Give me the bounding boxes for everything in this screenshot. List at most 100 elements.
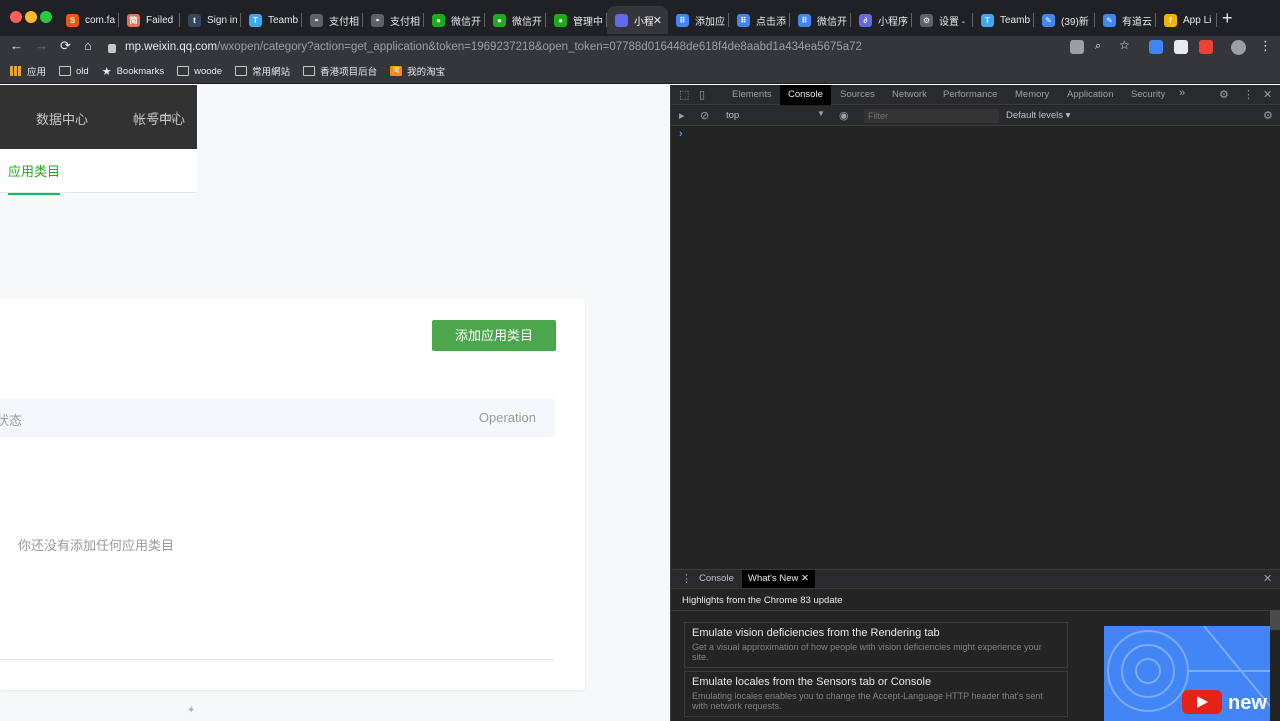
browser-tab[interactable]: Scom.fa [58, 6, 119, 34]
live-expression-eye-icon[interactable]: ◉ [839, 109, 849, 122]
reload-icon[interactable]: ⟳ [60, 38, 71, 54]
url-path: /wxopen/category?action=get_application&… [217, 41, 862, 53]
bookmark-label: 香港项目后台 [320, 67, 378, 78]
devtools-tab-performance[interactable]: Performance [935, 85, 1005, 105]
bookmark-item[interactable]: 淘我的淘宝 [390, 64, 445, 78]
devtools-tab-sources[interactable]: Sources [832, 85, 883, 105]
drawer-menu-icon[interactable]: ⋮ [681, 572, 692, 585]
log-levels-dropdown[interactable]: Default levels ▾ [1006, 110, 1070, 121]
jianshu-icon: 简 [127, 13, 140, 27]
forward-icon[interactable]: → [35, 38, 48, 53]
video-thumbnail[interactable]: new [1104, 626, 1270, 721]
tab-title: Teamb [268, 14, 299, 26]
drawer-tab-bar: ⋮ Console What's New ✕ ✕ [671, 569, 1280, 589]
tab-title: 微信开 [817, 16, 847, 28]
bookmark-item[interactable]: ★ Bookmarks [102, 65, 164, 78]
maximize-window-button[interactable] [40, 11, 52, 23]
browser-tab[interactable]: ● 微信开 [485, 6, 546, 34]
qr-icon[interactable] [1174, 40, 1188, 54]
folder-icon [59, 66, 72, 76]
inspect-element-icon[interactable]: ⬚ [679, 88, 689, 101]
zoom-icon[interactable]: ⌕ [1095, 40, 1101, 53]
browser-tab[interactable]: ● 管理中 [546, 6, 607, 34]
clear-console-icon[interactable]: ⊘ [700, 109, 709, 122]
close-tab-icon[interactable]: ✕ [653, 14, 662, 27]
more-tabs-button[interactable]: » [1179, 87, 1185, 99]
browser-tab[interactable]: 小程 ✕ [607, 6, 668, 34]
browser-tab[interactable]: ⚙ 设置 - [912, 6, 973, 34]
browser-tab[interactable]: ∂ 小程序 [851, 6, 912, 34]
browser-tab-strip: Scom.fa 简 Failed t Sign in T Teamb ◓ 支付相 ◓ 支付相 ● 微信开… [0, 0, 1280, 36]
devtools-tab-elements[interactable]: Elements [724, 85, 780, 105]
tab-title: Teamb [1000, 14, 1031, 26]
tab-title: Sign in [207, 14, 238, 26]
bookmark-star-icon[interactable]: ☆ [1119, 38, 1130, 52]
translate-icon[interactable] [1149, 40, 1163, 54]
drawer-tab-console[interactable]: Console [693, 570, 740, 588]
browser-tab[interactable]: ◓ 支付相 [363, 6, 424, 34]
devtools-settings-icon[interactable]: ⚙ [1219, 88, 1229, 101]
feature-card[interactable]: Emulate vision deficiencies from the Ren… [684, 622, 1068, 668]
wechat-icon: ● [432, 13, 445, 27]
browser-tab[interactable]: ◓ 支付相 [302, 6, 363, 34]
address-bar[interactable]: mp.weixin.qq.com/wxopen/category?action=… [108, 36, 1058, 58]
console-filter-input[interactable] [864, 109, 999, 123]
devtools-tab-console[interactable]: Console [780, 85, 831, 105]
close-tab-icon[interactable]: ✕ [801, 573, 809, 584]
browser-tab[interactable]: T Teamb [973, 6, 1034, 34]
devtools-menu-icon[interactable]: ⋮ [1243, 88, 1254, 101]
bookmark-item[interactable]: 应用 [10, 64, 46, 78]
tab-title: 点击添 [756, 16, 786, 28]
bookmark-item[interactable]: 香港项目后台 [303, 64, 377, 78]
device-toolbar-icon[interactable]: ▯ [699, 88, 705, 101]
browser-menu-icon[interactable]: ⋮ [1259, 38, 1272, 54]
devtools-tab-application[interactable]: Application [1059, 85, 1121, 105]
browser-tab[interactable]: ⠿ 添加应 [668, 6, 729, 34]
console-settings-icon[interactable]: ⚙ [1263, 109, 1273, 122]
adblock-icon[interactable] [1199, 40, 1213, 54]
close-window-button[interactable] [10, 11, 22, 23]
context-selector[interactable]: top [726, 110, 739, 121]
devtools-tab-security[interactable]: Security [1123, 85, 1173, 105]
minimize-window-button[interactable] [25, 11, 37, 23]
profile-avatar[interactable] [1231, 40, 1246, 55]
add-category-button[interactable]: 添加应用类目 [432, 320, 556, 351]
browser-tab[interactable]: ✎ 有道云 [1095, 6, 1156, 34]
folder-icon [235, 66, 248, 76]
sidebar-toggle-icon[interactable]: ▸ [679, 109, 685, 122]
browser-tab[interactable]: T Teamb [241, 6, 302, 34]
browser-tab[interactable]: 简 Failed [119, 6, 180, 34]
home-icon[interactable]: ⌂ [84, 38, 92, 53]
tab-title: 设置 - [939, 16, 966, 28]
tab-title: 添加应 [695, 16, 725, 28]
bookmark-item[interactable]: woode [177, 66, 222, 77]
bookmark-item[interactable]: 常用網站 [235, 64, 290, 78]
browser-tab[interactable]: ⠿ 微信开 [790, 6, 851, 34]
console-prompt[interactable]: › [679, 128, 683, 140]
browser-tab[interactable]: ⠿ 点击添 [729, 6, 790, 34]
tab-application-category[interactable]: 应用类目 [8, 161, 61, 195]
drawer-tab-whats-new[interactable]: What's New ✕ [742, 570, 815, 588]
browser-tab[interactable]: ● 微信开 [424, 6, 485, 34]
devtools-tab-network[interactable]: Network [884, 85, 935, 105]
scrollbar[interactable] [1270, 610, 1280, 630]
new-tab-button[interactable]: + [1222, 9, 1233, 27]
top-navigation: 数据中心 帐号中心 Card [0, 85, 197, 149]
feature-description: Get a visual approximation of how people… [692, 642, 1042, 662]
nav-data-center[interactable]: 数据中心 [36, 109, 88, 128]
browser-tab[interactable]: f App Li [1156, 6, 1217, 34]
bookmark-item[interactable]: old [59, 66, 89, 77]
chevron-down-icon[interactable]: ▼ [817, 109, 825, 118]
close-devtools-icon[interactable]: ✕ [1263, 88, 1272, 101]
tab-title: (39)新 [1061, 16, 1089, 28]
tab-title: 小程序 [878, 16, 908, 28]
tab-title: App Li [1183, 14, 1212, 26]
close-drawer-icon[interactable]: ✕ [1263, 572, 1272, 585]
browser-tab[interactable]: ✎ (39)新 [1034, 6, 1095, 34]
devtools-tab-memory[interactable]: Memory [1007, 85, 1057, 105]
feature-card[interactable]: Emulate locales from the Sensors tab or … [684, 671, 1068, 717]
back-icon[interactable]: ← [10, 38, 23, 53]
tab-title: com.fa [85, 14, 116, 26]
extension-icon[interactable] [1070, 40, 1084, 54]
browser-tab[interactable]: t Sign in [180, 6, 241, 34]
